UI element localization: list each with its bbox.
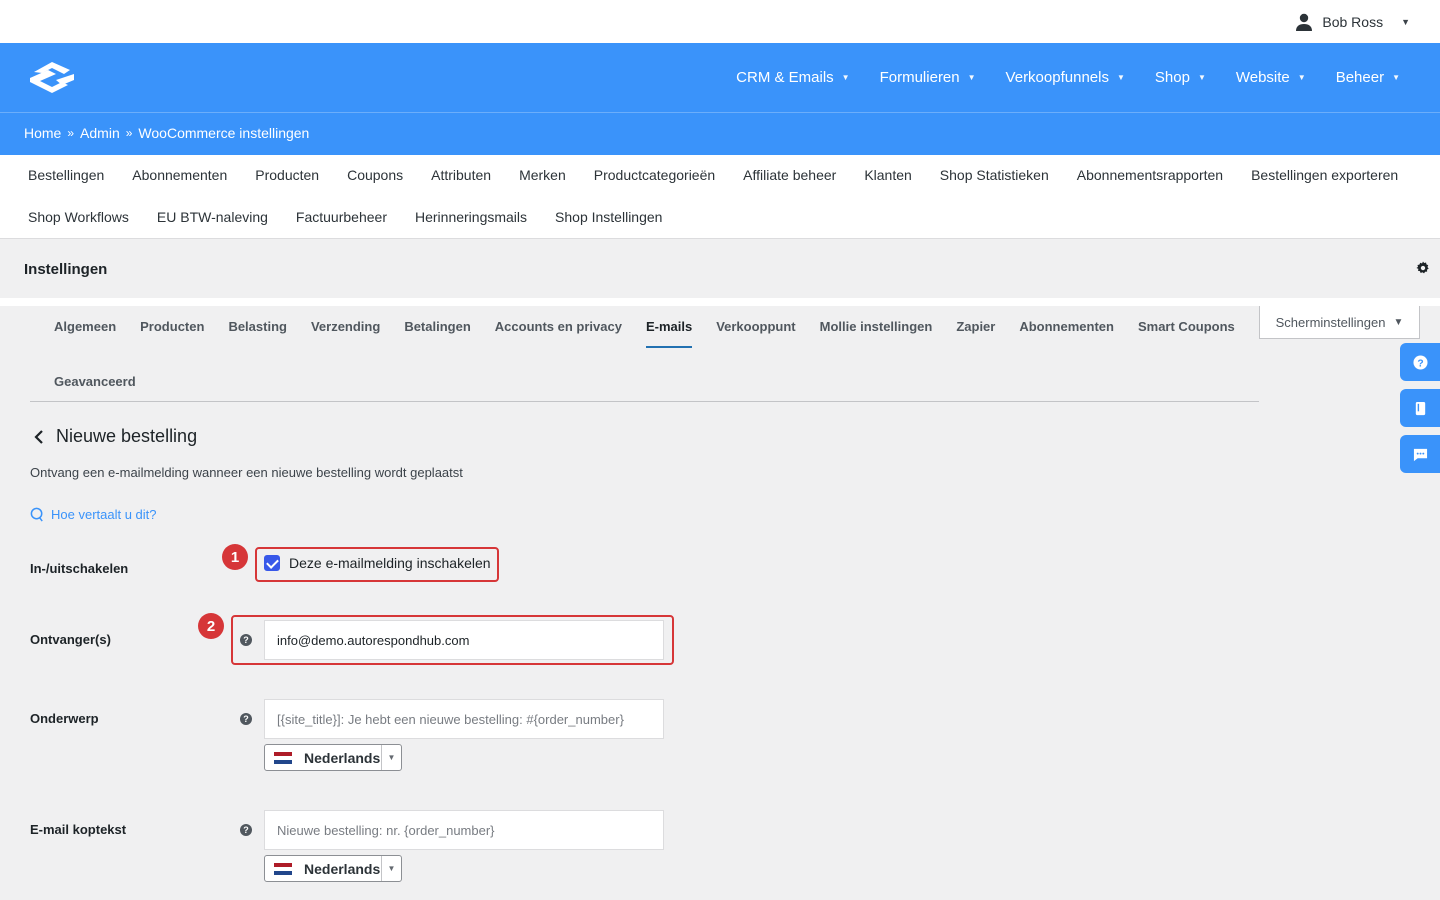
tab-accounts-privacy[interactable]: Accounts en privacy: [495, 319, 622, 348]
caret-down-icon: ▼: [1393, 316, 1404, 328]
screen-options-button[interactable]: Scherminstellingen ▼: [1259, 306, 1420, 339]
recipient-label: Ontvanger(s): [30, 632, 111, 647]
tab-verzending[interactable]: Verzending: [311, 319, 380, 348]
enable-checkbox-row[interactable]: Deze e-mailmelding inschakelen: [264, 555, 491, 571]
user-bar: Bob Ross ▼: [0, 0, 1440, 43]
tab-zapier[interactable]: Zapier: [956, 319, 995, 348]
email-description: Ontvang een e-mailmelding wanneer een ni…: [30, 465, 463, 480]
nav-crm-emails[interactable]: CRM & Emails ▼: [736, 69, 849, 86]
settings-header: Instellingen: [0, 240, 1440, 300]
tab-verkooppunt[interactable]: Verkooppunt: [716, 319, 795, 348]
shop-menu-item[interactable]: Factuurbeheer: [296, 209, 387, 225]
settings-tabs: Algemeen Producten Belasting Verzending …: [30, 306, 1259, 402]
shop-menu-item[interactable]: Klanten: [864, 167, 911, 183]
book-icon: [1415, 401, 1425, 415]
user-name: Bob Ross: [1322, 14, 1384, 30]
shop-menu-item[interactable]: Producten: [255, 167, 319, 183]
tab-algemeen[interactable]: Algemeen: [54, 319, 116, 348]
tab-emails[interactable]: E-mails: [645, 319, 693, 348]
shop-menu-item[interactable]: Abonnementsrapporten: [1077, 167, 1223, 183]
user-menu[interactable]: Bob Ross ▼: [1294, 12, 1410, 32]
subject-language-select[interactable]: Nederlands ▼: [264, 744, 402, 771]
nav-beheer[interactable]: Beheer ▼: [1336, 69, 1400, 86]
subject-label: Onderwerp: [30, 711, 99, 726]
help-icon[interactable]: ?: [240, 824, 252, 836]
caret-down-icon: ▼: [967, 73, 976, 82]
breadcrumb-separator: »: [125, 126, 133, 140]
question-icon: ?: [1412, 354, 1428, 370]
flag-nl-icon: [274, 751, 292, 764]
shop-menu-item[interactable]: Bestellingen: [28, 167, 104, 183]
enable-label: In-/uitschakelen: [30, 561, 129, 576]
caret-down-icon: ▼: [381, 856, 401, 881]
shop-menu-item[interactable]: Affiliate beheer: [743, 167, 836, 183]
shop-menu-item[interactable]: Shop Workflows: [28, 209, 129, 225]
nav-verkoopfunnels[interactable]: Verkoopfunnels ▼: [1006, 69, 1125, 86]
shop-menu-item[interactable]: Shop Instellingen: [555, 209, 662, 225]
docs-side-button[interactable]: [1400, 389, 1440, 427]
recipient-input[interactable]: info@demo.autorespondhub.com: [264, 620, 664, 660]
shop-menu: Bestellingen Abonnementen Producten Coup…: [0, 155, 1440, 239]
chevron-left-icon[interactable]: [34, 429, 44, 444]
breadcrumb-current: WooCommerce instellingen: [138, 125, 310, 141]
help-icon[interactable]: ?: [240, 634, 252, 646]
caret-down-icon: ▼: [1401, 17, 1410, 27]
breadcrumb-bar: Home » Admin » WooCommerce instellingen: [0, 112, 1440, 155]
shop-menu-item[interactable]: EU BTW-naleving: [157, 209, 268, 225]
main-nav: CRM & Emails ▼ Formulieren ▼ Verkoopfunnel…: [736, 43, 1400, 112]
shop-menu-item[interactable]: Attributen: [431, 167, 491, 183]
nav-website[interactable]: Website ▼: [1236, 69, 1306, 86]
gear-icon[interactable]: [1416, 261, 1430, 275]
shop-menu-item[interactable]: Herinneringsmails: [415, 209, 527, 225]
caret-down-icon: ▼: [381, 745, 401, 770]
translate-link[interactable]: Hoe vertaalt u dit?: [30, 507, 157, 522]
main-header: CRM & Emails ▼ Formulieren ▼ Verkoopfunnel…: [0, 43, 1440, 112]
annotation-badge-2: 2: [198, 613, 224, 639]
help-icon[interactable]: ?: [240, 713, 252, 725]
page-title: Instellingen: [24, 261, 108, 278]
heading-language-select[interactable]: Nederlands ▼: [264, 855, 402, 882]
shop-menu-item[interactable]: Merken: [519, 167, 566, 183]
shop-menu-item[interactable]: Coupons: [347, 167, 403, 183]
email-title-text: Nieuwe bestelling: [56, 426, 198, 446]
chat-side-button[interactable]: [1400, 435, 1440, 473]
caret-down-icon: ▼: [1116, 73, 1125, 82]
annotation-badge-1: 1: [222, 544, 248, 570]
enable-checkbox-label: Deze e-mailmelding inschakelen: [289, 555, 491, 571]
heading-input[interactable]: Nieuwe bestelling: nr. {order_number}: [264, 810, 664, 850]
shop-menu-item[interactable]: Productcategorieën: [594, 167, 715, 183]
caret-down-icon: ▼: [841, 73, 850, 82]
subject-input[interactable]: [{site_title}]: Je hebt een nieuwe beste…: [264, 699, 664, 739]
breadcrumb-separator: »: [67, 126, 75, 140]
nav-shop[interactable]: Shop ▼: [1155, 69, 1206, 86]
tab-smart-coupons[interactable]: Smart Coupons: [1138, 319, 1235, 348]
tab-belasting[interactable]: Belasting: [228, 319, 287, 348]
shop-menu-item[interactable]: Bestellingen exporteren: [1251, 167, 1398, 183]
user-icon: [1296, 13, 1313, 31]
logo[interactable]: [26, 58, 78, 96]
tab-producten[interactable]: Producten: [140, 319, 204, 348]
tab-geavanceerd[interactable]: Geavanceerd: [54, 374, 136, 401]
enable-checkbox[interactable]: [264, 555, 280, 571]
caret-down-icon: ▼: [1392, 73, 1400, 82]
tab-betalingen[interactable]: Betalingen: [404, 319, 470, 348]
chat-icon: [1413, 448, 1427, 461]
shop-menu-item[interactable]: Abonnementen: [132, 167, 227, 183]
breadcrumb-home[interactable]: Home: [24, 125, 61, 141]
caret-down-icon: ▼: [1197, 73, 1206, 82]
breadcrumb-admin[interactable]: Admin: [80, 125, 120, 141]
flag-nl-icon: [274, 862, 292, 875]
shop-menu-item[interactable]: Shop Statistieken: [940, 167, 1049, 183]
help-side-button[interactable]: ?: [1400, 343, 1440, 381]
translate-icon: [30, 507, 43, 522]
email-title: Nieuwe bestelling: [34, 426, 197, 447]
divider: [0, 298, 1440, 306]
tab-abonnementen[interactable]: Abonnementen: [1019, 319, 1114, 348]
breadcrumb: Home » Admin » WooCommerce instellingen: [24, 125, 309, 141]
svg-text:?: ?: [1417, 358, 1423, 369]
heading-label: E-mail koptekst: [30, 822, 127, 837]
caret-down-icon: ▼: [1297, 73, 1306, 82]
nav-formulieren[interactable]: Formulieren ▼: [880, 69, 976, 86]
tab-mollie[interactable]: Mollie instellingen: [820, 319, 933, 348]
